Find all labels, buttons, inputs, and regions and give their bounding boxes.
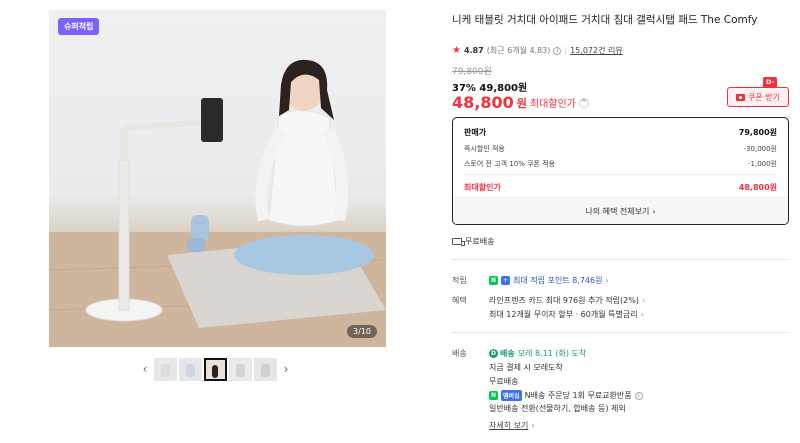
- price-row-label: 즉시할인 적용: [464, 145, 505, 153]
- thumbnail-1[interactable]: [154, 357, 177, 381]
- rating-row: ★ 4.87 (최근 6개월 4.83) i | 15,072건 리뷰: [452, 45, 623, 56]
- all-benefits-button[interactable]: 나의 혜택 전체보기 ›: [453, 197, 788, 224]
- thumbnail-prev-icon[interactable]: ‹: [138, 359, 152, 379]
- max-price-label: 최대할인가: [529, 99, 576, 110]
- coupon-download-button[interactable]: 쿠폰 받기: [727, 87, 789, 107]
- divider: |: [564, 46, 568, 55]
- thumbnail-4[interactable]: [229, 357, 252, 381]
- free-shipping-row: 무료배송: [452, 236, 494, 247]
- discount-price: 37% 49,800원: [452, 83, 528, 94]
- chevron-right-icon: ›: [531, 421, 535, 430]
- benefit-label: 혜택: [452, 296, 467, 305]
- coupon-button-label: 쿠폰 받기: [748, 92, 780, 102]
- review-count-link[interactable]: 15,072건 리뷰: [570, 45, 623, 56]
- benefit-installment-row[interactable]: 최대 12개월 무이자 할부 · 60개월 특별금리 ›: [489, 309, 644, 320]
- price-row-label: 최대할인가: [464, 183, 501, 192]
- price-row-value: -1,000원: [747, 160, 777, 168]
- benefit-card-text: 라인프렌즈 카드 최대 976원 추가 적립(2%): [489, 296, 639, 305]
- free-shipping-label: 무료배송: [465, 237, 495, 246]
- delivery-exception: 일반배송 전환(선물하기, 합배송 등) 제외: [489, 404, 626, 413]
- star-icon: ★: [452, 45, 461, 56]
- chevron-right-icon: ›: [640, 310, 644, 319]
- price-row-max: 최대할인가 48,800원: [464, 182, 777, 193]
- delivery-free: 무료배송: [489, 377, 519, 386]
- rating-score: 4.87: [463, 46, 484, 55]
- delivery-more-label: 자세히 보기: [489, 421, 529, 430]
- price-row-instant-discount: 즉시할인 적용 -30,000원: [464, 144, 777, 154]
- max-price-value: 48,800: [452, 93, 514, 112]
- chevron-right-icon: ›: [641, 296, 646, 305]
- delivery-note: 지금 결제 시 모레도착: [489, 363, 563, 372]
- price-row-value: -30,000원: [743, 145, 777, 153]
- truck-icon: [452, 238, 465, 246]
- super-points-badge: 슈퍼적립: [58, 18, 100, 35]
- max-discount-price[interactable]: 48,800 원 최대할인가 ^: [452, 93, 589, 112]
- delivery-return-text: N배송 주문당 1회 무료교환반품: [524, 391, 632, 400]
- rating-recent: (최근 6개월 4.83): [486, 46, 551, 55]
- benefit-installment-text: 최대 12개월 무이자 할부 · 60개월 특별금리: [489, 310, 638, 319]
- delivery-more-link[interactable]: 자세히 보기 ›: [489, 420, 535, 431]
- delivery-date: 모레 8.11 (화) 도착: [517, 349, 587, 358]
- product-info-panel: 니케 태블릿 거치대 아이패드 거치대 침대 갤럭시탭 패드 The Comfy…: [452, 0, 800, 443]
- rating-info-icon[interactable]: i: [553, 46, 562, 55]
- price-row-coupon: 스토어 전 고객 10% 쿠폰 적용 -1,000원: [464, 159, 777, 169]
- delivery-badge-text: 배송: [499, 349, 515, 358]
- divider: [464, 174, 777, 175]
- chevron-up-icon[interactable]: ^: [578, 97, 589, 108]
- thumbnail-next-icon[interactable]: ›: [279, 359, 293, 379]
- thumbnail-5[interactable]: [254, 357, 277, 381]
- points-row[interactable]: N + 최대 적립 포인트 8,746원 ›: [489, 275, 609, 286]
- chevron-right-icon: ›: [605, 276, 609, 285]
- delivery-return-row: N 멤버십 N배송 주문당 1회 무료교환반품 i: [489, 390, 643, 401]
- plus-badge: +: [501, 276, 511, 285]
- thumbnail-3[interactable]: [204, 357, 227, 381]
- divider: [452, 332, 789, 333]
- max-price-unit: 원: [516, 96, 527, 110]
- divider: [452, 259, 789, 260]
- price-breakdown-box: 판매가 79,800원 즉시할인 적용 -30,000원 스토어 전 고객 10…: [452, 117, 789, 225]
- points-text: 최대 적립 포인트 8,746원: [513, 276, 603, 285]
- benefit-card-row[interactable]: 라인프렌즈 카드 최대 976원 추가 적립(2%) ›: [489, 295, 645, 306]
- naver-pay-badge: N: [489, 276, 499, 285]
- delivery-label: 배송: [452, 349, 467, 358]
- delivery-badge-icon: D: [489, 349, 498, 358]
- image-counter: 3/10: [347, 325, 377, 338]
- membership-badge: 멤버십: [501, 390, 522, 401]
- product-main-image[interactable]: 슈퍼적립 3/10: [49, 10, 386, 347]
- price-row-sale: 판매가 79,800원: [464, 127, 777, 138]
- original-price: 79,800원: [452, 67, 492, 77]
- all-benefits-label: 나의 혜택 전체보기: [585, 206, 650, 216]
- thumbnail-2[interactable]: [179, 357, 202, 381]
- price-row-label: 스토어 전 고객 10% 쿠폰 적용: [464, 160, 556, 168]
- delivery-date-row[interactable]: D 배송 모레 8.11 (화) 도착: [489, 348, 586, 359]
- price-row-label: 판매가: [464, 128, 487, 137]
- coupon-icon: [736, 93, 745, 101]
- price-row-value: 48,800원: [738, 183, 777, 192]
- product-photo-illustration: [49, 59, 386, 347]
- price-row-value: 79,800원: [738, 128, 777, 137]
- points-label: 적립: [452, 276, 467, 285]
- naver-pay-badge: N: [489, 391, 499, 400]
- today-delivery-badge: D 배송: [489, 348, 515, 359]
- thumbnail-strip: ‹ ›: [138, 357, 293, 381]
- product-title: 니케 태블릿 거치대 아이패드 거치대 침대 갤럭시탭 패드 The Comfy: [452, 14, 758, 26]
- chevron-right-icon: ›: [652, 206, 656, 216]
- info-icon[interactable]: i: [634, 391, 643, 400]
